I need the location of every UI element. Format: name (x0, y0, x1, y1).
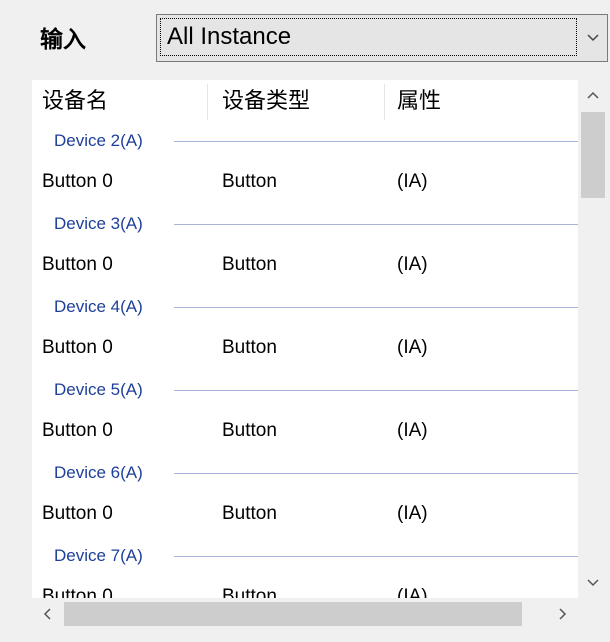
chevron-down-icon[interactable] (579, 15, 607, 61)
group-header[interactable]: Device 5(A) (32, 374, 578, 406)
table-row[interactable]: Button 0 Button (IA) (32, 488, 578, 540)
list-header: 设备名 设备类型 属性 (32, 80, 578, 124)
table-row[interactable]: Button 0 Button (IA) (32, 239, 578, 291)
vertical-scrollbar[interactable] (578, 80, 608, 598)
cell-device-type: Button (222, 337, 277, 358)
group-label: Device 4(A) (54, 297, 143, 316)
scrollbar-corner (578, 598, 608, 630)
table-row[interactable]: Button 0 Button (IA) (32, 405, 578, 457)
cell-device-name: Button 0 (42, 254, 113, 275)
table-row[interactable]: Button 0 Button (IA) (32, 322, 578, 374)
group-header[interactable]: Device 3(A) (32, 208, 578, 240)
column-divider[interactable] (207, 84, 208, 120)
cell-device-type: Button (222, 254, 277, 275)
table-row[interactable]: Button 0 Button (IA) (32, 156, 578, 208)
horizontal-scroll-thumb[interactable] (64, 602, 522, 626)
group-divider-line (174, 141, 578, 142)
column-header-device-name[interactable]: 设备名 (42, 80, 108, 124)
cell-device-type: Button (222, 503, 277, 524)
cell-device-type: Button (222, 171, 277, 192)
group-label: Device 3(A) (54, 214, 143, 233)
input-label: 输入 (40, 27, 86, 53)
group-header[interactable]: Device 7(A) (32, 540, 578, 572)
chevron-up-icon[interactable] (578, 80, 608, 110)
horizontal-scrollbar[interactable] (32, 598, 578, 630)
group-divider-line (174, 390, 578, 391)
cell-device-name: Button 0 (42, 171, 113, 192)
cell-device-name: Button 0 (42, 420, 113, 441)
group-label: Device 5(A) (54, 380, 143, 399)
instance-select-value: All Instance (160, 18, 577, 56)
chevron-right-icon[interactable] (548, 598, 578, 630)
group-header[interactable]: Device 6(A) (32, 457, 578, 489)
cell-device-name: Button 0 (42, 337, 113, 358)
cell-device-name: Button 0 (42, 503, 113, 524)
cell-device-type: Button (222, 420, 277, 441)
group-label: Device 6(A) (54, 463, 143, 482)
cell-attribute: (IA) (397, 171, 428, 192)
group-header[interactable]: Device 4(A) (32, 291, 578, 323)
cell-attribute: (IA) (397, 503, 428, 524)
device-list[interactable]: 设备名 设备类型 属性 Device 2(A) Button 0 Button (IA… (32, 80, 608, 630)
cell-attribute: (IA) (397, 420, 428, 441)
column-header-device-type[interactable]: 设备类型 (222, 80, 310, 124)
instance-select[interactable]: All Instance (156, 14, 608, 62)
chevron-down-icon[interactable] (578, 568, 608, 598)
column-header-attribute[interactable]: 属性 (397, 80, 441, 124)
group-label: Device 2(A) (54, 131, 143, 150)
group-divider-line (174, 556, 578, 557)
vertical-scroll-thumb[interactable] (581, 112, 605, 198)
group-divider-line (174, 473, 578, 474)
column-divider[interactable] (384, 84, 385, 120)
group-label: Device 7(A) (54, 546, 143, 565)
chevron-left-icon[interactable] (32, 598, 62, 630)
group-divider-line (174, 224, 578, 225)
group-divider-line (174, 307, 578, 308)
cell-attribute: (IA) (397, 254, 428, 275)
cell-attribute: (IA) (397, 337, 428, 358)
group-header[interactable]: Device 2(A) (32, 125, 578, 157)
